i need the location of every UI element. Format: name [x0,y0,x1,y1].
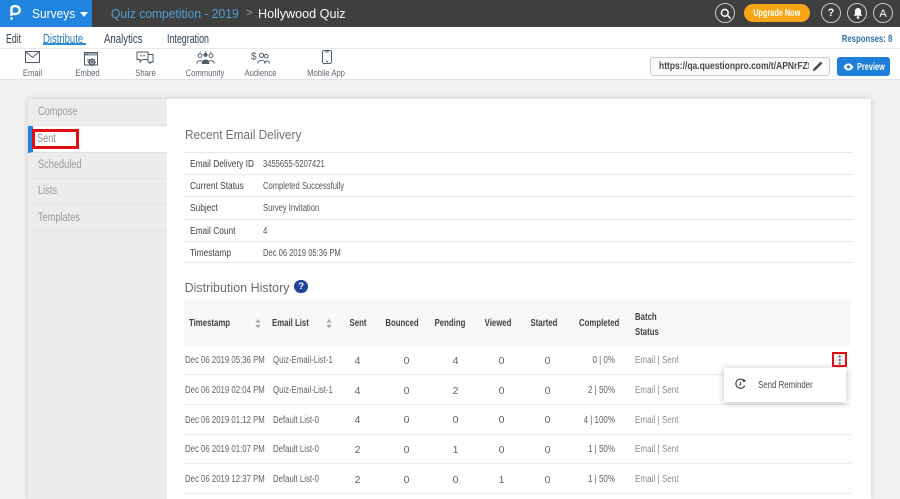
svg-text:$: $ [251,51,257,62]
